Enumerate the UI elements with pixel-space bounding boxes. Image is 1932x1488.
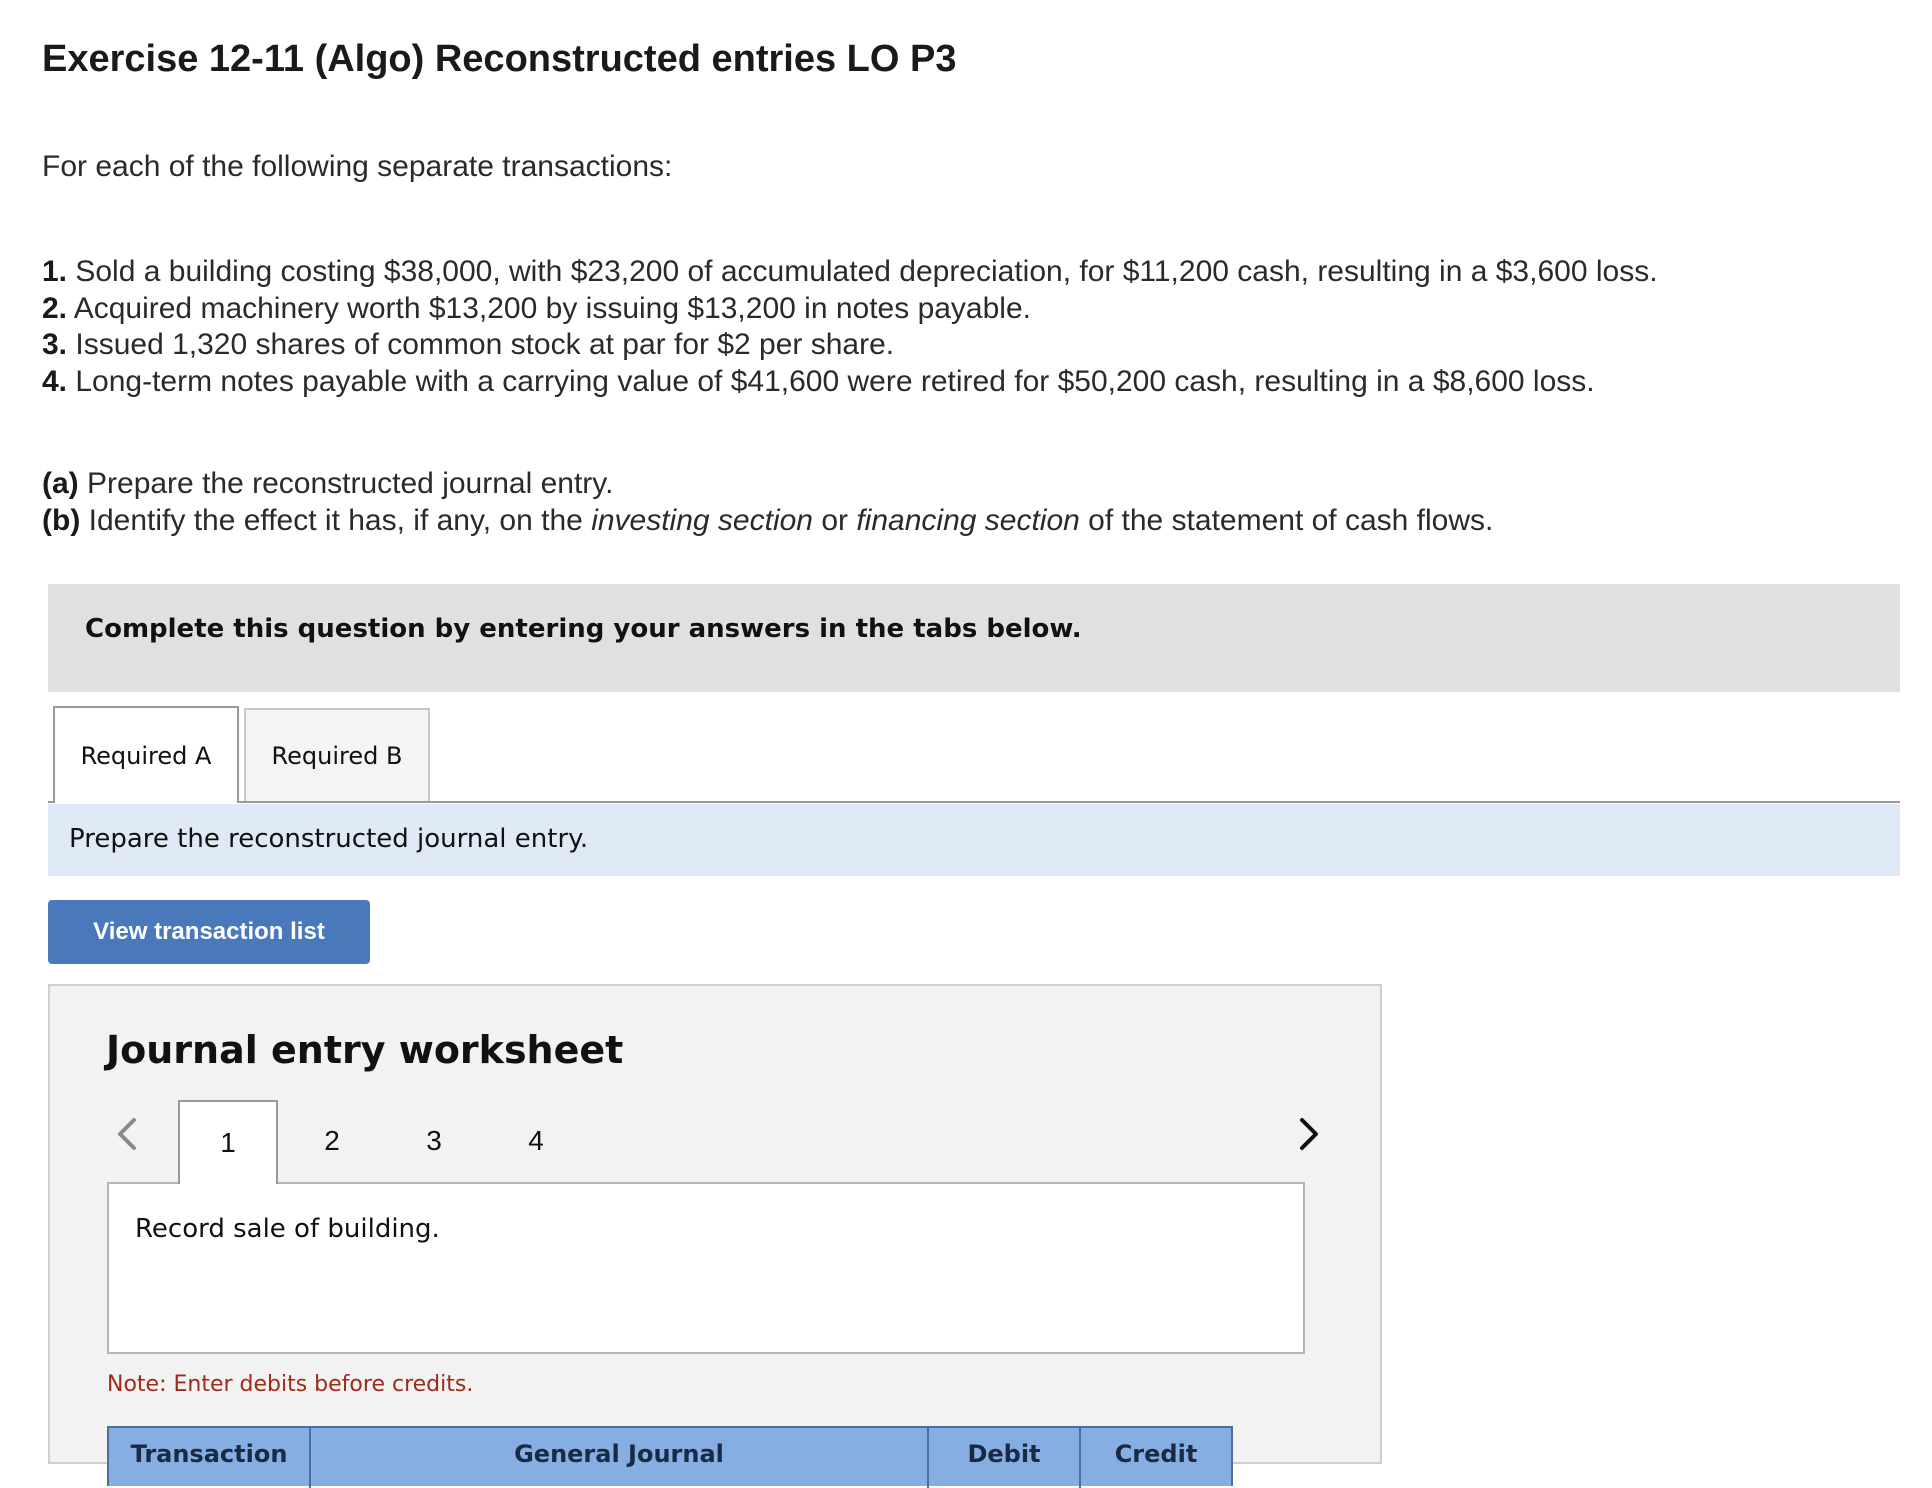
transaction-list: 1. Sold a building costing $38,000, with…: [42, 254, 1658, 400]
entry-description: Record sale of building.: [135, 1214, 440, 1244]
task-b: (b) Identify the effect it has, if any, …: [42, 503, 1494, 537]
step-tab-3[interactable]: 3: [384, 1100, 484, 1182]
entry-note: Note: Enter debits before credits.: [107, 1372, 474, 1397]
column-header-general-journal: General Journal: [311, 1428, 929, 1488]
list-item: 2. Acquired machinery worth $13,200 by i…: [42, 291, 1031, 325]
entry-description-box: Record sale of building.: [107, 1182, 1305, 1354]
tab-prompt-banner: Prepare the reconstructed journal entry.: [48, 804, 1900, 876]
view-transaction-list-button[interactable]: View transaction list: [48, 900, 370, 964]
column-header-debit: Debit: [929, 1428, 1081, 1488]
list-item: 4. Long-term notes payable with a carryi…: [42, 364, 1595, 398]
chevron-left-icon[interactable]: [108, 1110, 148, 1158]
task-list: (a) Prepare the reconstructed journal en…: [42, 466, 1493, 539]
list-item: 3. Issued 1,320 shares of common stock a…: [42, 328, 895, 361]
tab-required-b[interactable]: Required B: [244, 708, 430, 802]
instructions-text: Complete this question by entering your …: [85, 614, 1082, 644]
worksheet-title: Journal entry worksheet: [106, 1028, 624, 1072]
instructions-box: Complete this question by entering your …: [48, 584, 1900, 692]
step-tab-1[interactable]: 1: [178, 1100, 278, 1184]
task-a: (a) Prepare the reconstructed journal en…: [42, 467, 614, 500]
chevron-right-icon[interactable]: [1288, 1110, 1328, 1158]
list-item: 1. Sold a building costing $38,000, with…: [42, 255, 1658, 288]
step-tab-2[interactable]: 2: [282, 1100, 382, 1182]
journal-table-header: Transaction General Journal Debit Credit: [107, 1426, 1233, 1488]
journal-entry-worksheet: Journal entry worksheet 1 2 3 4 Record s…: [48, 984, 1382, 1488]
page-title: Exercise 12-11 (Algo) Reconstructed entr…: [42, 38, 957, 80]
step-tab-4[interactable]: 4: [486, 1100, 586, 1182]
column-header-credit: Credit: [1114, 1440, 1198, 1468]
tab-divider: [48, 801, 1900, 803]
column-header-transaction: Transaction: [109, 1428, 311, 1488]
intro-text: For each of the following separate trans…: [42, 150, 673, 183]
tab-prompt-text: Prepare the reconstructed journal entry.: [69, 824, 589, 854]
tab-required-a[interactable]: Required A: [53, 706, 239, 803]
